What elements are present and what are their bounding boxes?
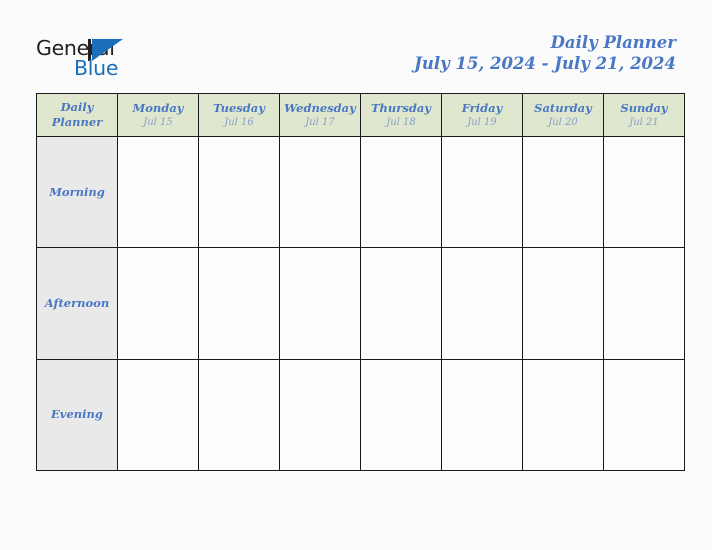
cell-text[interactable] [118, 248, 198, 358]
cell-text[interactable] [523, 137, 603, 247]
row-label-text: Evening [51, 407, 103, 422]
row-label-morning: Morning [36, 135, 118, 249]
title-block: Daily Planner July 15, 2024 - July 21, 2… [414, 32, 676, 75]
cell-morning-saturday[interactable] [522, 135, 604, 249]
cell-text[interactable] [361, 360, 441, 470]
cell-text[interactable] [280, 137, 360, 247]
cell-evening-saturday[interactable] [522, 358, 604, 472]
cell-text[interactable] [199, 248, 279, 358]
cell-text[interactable] [361, 248, 441, 358]
cell-afternoon-thursday[interactable] [360, 247, 442, 360]
column-header-friday: Friday Jul 19 [441, 93, 523, 137]
day-name-label: Thursday [371, 100, 431, 115]
table-row-afternoon: Afternoon [36, 247, 685, 360]
day-name-label: Wednesday [284, 100, 356, 115]
page-title: Daily Planner [550, 33, 676, 52]
cell-text[interactable] [523, 248, 603, 358]
cell-afternoon-sunday[interactable] [603, 247, 685, 360]
table-header-row: Daily Planner Monday Jul 15 Tuesday Jul … [36, 93, 685, 137]
corner-title-line2: Planner [51, 115, 103, 129]
cell-afternoon-monday[interactable] [117, 247, 199, 360]
cell-morning-friday[interactable] [441, 135, 523, 249]
cell-text[interactable] [442, 360, 522, 470]
day-date-label: Jul 16 [224, 116, 254, 128]
column-header-wednesday: Wednesday Jul 17 [279, 93, 361, 137]
cell-text[interactable] [442, 137, 522, 247]
cell-text[interactable] [442, 248, 522, 358]
date-range-label: July 15, 2024 - July 21, 2024 [414, 54, 676, 73]
row-label-text: Afternoon [44, 295, 110, 310]
cell-text[interactable] [361, 137, 441, 247]
day-name-label: Monday [132, 100, 184, 115]
day-name-label: Sunday [620, 100, 668, 115]
cell-evening-friday[interactable] [441, 358, 523, 472]
brand-logo: General Blue [36, 37, 236, 83]
cell-text[interactable] [199, 360, 279, 470]
cell-text[interactable] [280, 248, 360, 358]
cell-text[interactable] [199, 137, 279, 247]
cell-morning-sunday[interactable] [603, 135, 685, 249]
column-header-monday: Monday Jul 15 [117, 93, 199, 137]
day-name-label: Saturday [534, 100, 592, 115]
cell-morning-monday[interactable] [117, 135, 199, 249]
day-date-label: Jul 15 [143, 116, 173, 128]
brand-name-blue: Blue [74, 56, 119, 80]
column-header-sunday: Sunday Jul 21 [603, 93, 685, 137]
corner-title-line1: Daily [60, 100, 94, 114]
column-header-thursday: Thursday Jul 18 [360, 93, 442, 137]
cell-evening-wednesday[interactable] [279, 358, 361, 472]
cell-afternoon-saturday[interactable] [522, 247, 604, 360]
page-header: General Blue Daily Planner July 15, 2024… [0, 0, 712, 93]
cell-text[interactable] [118, 137, 198, 247]
table-corner-header: Daily Planner [36, 93, 118, 137]
table-row-morning: Morning [36, 135, 685, 249]
cell-morning-tuesday[interactable] [198, 135, 280, 249]
day-date-label: Jul 21 [629, 116, 659, 128]
day-name-label: Friday [461, 100, 503, 115]
cell-afternoon-friday[interactable] [441, 247, 523, 360]
column-header-saturday: Saturday Jul 20 [522, 93, 604, 137]
cell-text[interactable] [604, 248, 684, 358]
cell-evening-sunday[interactable] [603, 358, 685, 472]
table-row-evening: Evening [36, 358, 685, 472]
cell-evening-tuesday[interactable] [198, 358, 280, 472]
cell-afternoon-tuesday[interactable] [198, 247, 280, 360]
day-date-label: Jul 17 [305, 116, 335, 128]
planner-table: Daily Planner Monday Jul 15 Tuesday Jul … [36, 93, 685, 472]
row-label-evening: Evening [36, 358, 118, 472]
row-label-text: Morning [49, 184, 105, 199]
cell-morning-wednesday[interactable] [279, 135, 361, 249]
cell-text[interactable] [118, 360, 198, 470]
cell-morning-thursday[interactable] [360, 135, 442, 249]
cell-evening-thursday[interactable] [360, 358, 442, 472]
day-name-label: Tuesday [213, 100, 265, 115]
day-date-label: Jul 18 [386, 116, 416, 128]
day-date-label: Jul 20 [548, 116, 578, 128]
cell-text[interactable] [604, 360, 684, 470]
planner-table-container: Daily Planner Monday Jul 15 Tuesday Jul … [36, 93, 685, 472]
cell-evening-monday[interactable] [117, 358, 199, 472]
cell-afternoon-wednesday[interactable] [279, 247, 361, 360]
day-date-label: Jul 19 [467, 116, 497, 128]
cell-text[interactable] [523, 360, 603, 470]
cell-text[interactable] [280, 360, 360, 470]
column-header-tuesday: Tuesday Jul 16 [198, 93, 280, 137]
row-label-afternoon: Afternoon [36, 247, 118, 360]
cell-text[interactable] [604, 137, 684, 247]
